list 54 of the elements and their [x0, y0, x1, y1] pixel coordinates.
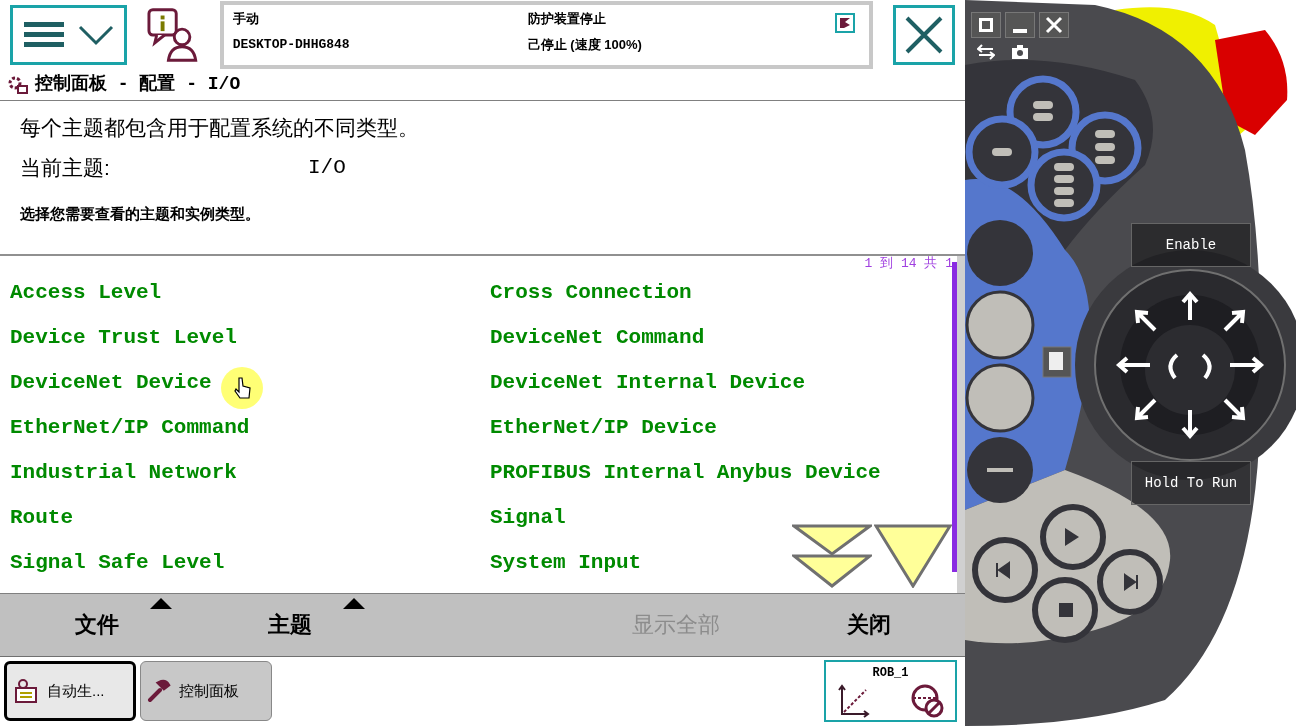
run-state-text: 己停止 (速度 100%)	[527, 35, 642, 54]
topic-link[interactable]: PROFIBUS Internal Anybus Device	[490, 461, 881, 485]
chevron-down-icon	[77, 23, 114, 46]
topic-link[interactable]: Signal Safe Level	[10, 551, 225, 575]
topic-link[interactable]: Signal	[490, 506, 566, 530]
page-down-button[interactable]	[792, 524, 872, 589]
task-button[interactable]: 自动生...	[4, 661, 136, 722]
system-name-text: DESKTOP-DHHG848	[232, 35, 350, 54]
close-button[interactable]	[892, 4, 955, 65]
close-icon	[1045, 16, 1063, 34]
command-button[interactable]: 主题	[267, 594, 312, 656]
topic-link[interactable]: Access Level	[10, 281, 162, 305]
enable-button[interactable]: Enable	[1131, 223, 1251, 267]
close-window-button[interactable]	[1039, 12, 1069, 38]
description-text: 每个主题都包含用于配置系统的不同类型。	[20, 115, 419, 142]
breadcrumb-title: 控制面板 - 配置 - I/O	[35, 73, 241, 97]
topic-link[interactable]: DeviceNet Device	[10, 371, 212, 395]
scroll-down-button[interactable]	[874, 524, 952, 589]
status-icon	[834, 12, 855, 33]
quickset-button[interactable]: ROB_1	[824, 660, 957, 723]
minimize-button[interactable]	[1005, 12, 1035, 38]
close-icon	[903, 14, 944, 55]
topic-link[interactable]: System Input	[490, 551, 642, 575]
command-button[interactable]: 关闭	[846, 594, 891, 656]
topic-link[interactable]: Industrial Network	[10, 461, 237, 485]
mode-text: 手动	[232, 9, 259, 28]
safety-status-text: 防护装置停止	[527, 9, 606, 28]
hold-to-run-button[interactable]: Hold To Run	[1131, 461, 1251, 505]
menu-icon	[23, 19, 64, 50]
scrollbar[interactable]	[952, 262, 957, 573]
topic-link[interactable]: Route	[10, 506, 73, 530]
swap-icon[interactable]	[977, 44, 995, 60]
topic-link[interactable]: EtherNet/IP Device	[490, 416, 717, 440]
program-icon	[13, 678, 39, 705]
menu-button[interactable]	[10, 4, 128, 65]
topic-link[interactable]: Cross Connection	[490, 281, 692, 305]
gear-icon	[7, 74, 29, 95]
instruction-text: 选择您需要查看的主题和实例类型。	[20, 204, 260, 225]
topic-link[interactable]: EtherNet/IP Command	[10, 416, 250, 440]
cursor-icon	[220, 366, 264, 411]
topic-link[interactable]: DeviceNet Internal Device	[490, 371, 806, 395]
restore-window-button[interactable]	[971, 12, 1001, 38]
current-topic-label: 当前主题:	[20, 155, 111, 182]
no-increment-icon	[909, 682, 945, 719]
topic-link[interactable]: Device Trust Level	[10, 326, 237, 350]
wrench-icon	[147, 679, 171, 704]
current-topic-value: I/O	[308, 155, 346, 182]
command-button[interactable]: 文件	[74, 594, 119, 656]
info-person-icon[interactable]	[147, 6, 200, 63]
camera-icon[interactable]	[1011, 44, 1029, 60]
topic-link[interactable]: DeviceNet Command	[490, 326, 705, 350]
axes-icon	[836, 682, 872, 719]
page-range-text: 1 到 14 共 1	[864, 256, 953, 273]
task-button[interactable]: 控制面板	[140, 661, 272, 722]
